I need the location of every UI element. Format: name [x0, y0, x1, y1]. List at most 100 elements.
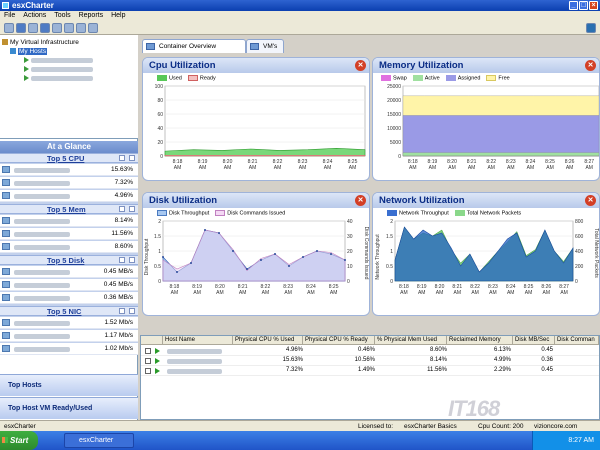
- tab-vms[interactable]: VM's: [246, 39, 284, 53]
- row-checkbox[interactable]: [145, 368, 151, 374]
- list-item[interactable]: 8.60%: [0, 241, 138, 253]
- close-button[interactable]: ×: [589, 1, 598, 10]
- top5-cpu-title: Top 5 CPU: [47, 154, 85, 163]
- menu-help[interactable]: Help: [111, 11, 125, 21]
- list-item[interactable]: 1.17 Mb/s: [0, 330, 138, 342]
- table-row[interactable]: 4.96% 0.46% 8.60% 6.13% 0.45: [141, 346, 599, 356]
- legend-item: Swap: [381, 75, 407, 81]
- x-tick-label: AM: [174, 165, 182, 171]
- tree-root[interactable]: My Virtual Infrastructure: [2, 39, 79, 47]
- host-icon: [2, 243, 10, 250]
- maximize-button[interactable]: □: [579, 1, 588, 10]
- grid-header[interactable]: Physical CPU % Used: [233, 336, 303, 345]
- y-tick-label: 40: [157, 126, 163, 132]
- tree-hosts[interactable]: My Hosts: [10, 48, 48, 56]
- grid-header-select[interactable]: [141, 336, 163, 345]
- tree-host-item[interactable]: [24, 66, 93, 74]
- x-tick-label: AM: [429, 165, 437, 171]
- list-item[interactable]: 4.96%: [0, 190, 138, 202]
- menu-actions[interactable]: Actions: [23, 11, 46, 21]
- top5-cpu-header[interactable]: Top 5 CPU: [0, 153, 138, 163]
- grid-header[interactable]: Disk Comman: [555, 336, 599, 345]
- memory-chart: 05000100001500020000250008:18AM8:19AM8:2…: [387, 84, 599, 171]
- data-point: [204, 229, 206, 231]
- series-ready: [164, 155, 366, 157]
- list-item[interactable]: 8.14%: [0, 215, 138, 227]
- data-point: [260, 259, 262, 261]
- list-item[interactable]: 0.36 MB/s: [0, 292, 138, 304]
- tree-host-item[interactable]: [24, 75, 93, 83]
- minimize-button[interactable]: _: [569, 1, 578, 10]
- expand-icon[interactable]: [119, 155, 125, 161]
- at-a-glance-panel: At a Glance Top 5 CPU 15.63% 7.32% 4.96%…: [0, 141, 138, 355]
- list-item[interactable]: 1.02 Mb/s: [0, 343, 138, 355]
- x-tick-label: AM: [487, 165, 495, 171]
- grid-header[interactable]: Host Name: [163, 336, 233, 345]
- top5-nic-header[interactable]: Top 5 NIC: [0, 306, 138, 316]
- menu-tools[interactable]: Tools: [54, 11, 70, 21]
- y-tick-label: 1.5: [386, 234, 393, 240]
- close-icon[interactable]: ✕: [355, 195, 366, 206]
- grid-header[interactable]: Physical CPU % Ready: [303, 336, 375, 345]
- menu-reports[interactable]: Reports: [79, 11, 104, 21]
- start-button[interactable]: Start: [0, 431, 38, 450]
- y-tick-label: 20000: [387, 98, 401, 104]
- legend-item: Disk Throughput: [157, 210, 209, 216]
- toolbar-refresh-icon[interactable]: [28, 23, 38, 33]
- table-row[interactable]: 7.32% 1.49% 11.56% 2.29% 0.45: [141, 366, 599, 376]
- memory-panel-title: Memory Utilization: [379, 60, 464, 71]
- toolbar-report-icon[interactable]: [64, 23, 74, 33]
- data-point: [190, 262, 192, 264]
- host-icon: [2, 192, 10, 199]
- toolbar-settings-icon[interactable]: [88, 23, 98, 33]
- x-tick-label: AM: [454, 290, 462, 296]
- toolbar-export-icon[interactable]: [76, 23, 86, 33]
- grid-header[interactable]: Disk MB/Sec: [513, 336, 555, 345]
- list-item[interactable]: 0.45 MB/s: [0, 279, 138, 291]
- close-icon[interactable]: ✕: [355, 60, 366, 71]
- x-tick-label: AM: [193, 290, 201, 296]
- collapse-icon[interactable]: [129, 257, 135, 263]
- top-host-vm-button[interactable]: Top Host VM Ready/Used: [0, 397, 138, 419]
- row-checkbox[interactable]: [145, 358, 151, 364]
- expand-icon[interactable]: [119, 308, 125, 314]
- data-point: [162, 256, 164, 258]
- host-icon: [2, 294, 10, 301]
- taskbar-app-button[interactable]: esxCharter: [64, 433, 134, 448]
- cpu-panel-title: Cpu Utilization: [149, 60, 216, 71]
- list-item[interactable]: 11.56%: [0, 228, 138, 240]
- close-icon[interactable]: ✕: [585, 60, 596, 71]
- top5-mem-header[interactable]: Top 5 Mem: [0, 204, 138, 214]
- host-running-icon: [155, 358, 160, 364]
- expand-icon[interactable]: [119, 206, 125, 212]
- list-item[interactable]: 15.63%: [0, 164, 138, 176]
- toolbar-user-icon[interactable]: [586, 23, 596, 33]
- row-checkbox[interactable]: [145, 348, 151, 354]
- collapse-icon[interactable]: [129, 155, 135, 161]
- top5-disk-header[interactable]: Top 5 Disk: [0, 255, 138, 265]
- x-tick-label: AM: [543, 290, 551, 296]
- grid-header[interactable]: Reclaimed Memory: [447, 336, 513, 345]
- top-hosts-button[interactable]: Top Hosts: [0, 374, 138, 396]
- list-item[interactable]: 0.45 MB/s: [0, 266, 138, 278]
- toolbar-new-icon[interactable]: [4, 23, 14, 33]
- list-item[interactable]: 7.32%: [0, 177, 138, 189]
- toolbar-vm-icon[interactable]: [52, 23, 62, 33]
- expand-icon[interactable]: [119, 257, 125, 263]
- menu-file[interactable]: File: [4, 11, 15, 21]
- close-icon[interactable]: ✕: [585, 195, 596, 206]
- cpu-value: 4.96%: [114, 192, 133, 199]
- table-row[interactable]: 15.63% 10.56% 8.14% 4.99% 0.36: [141, 356, 599, 366]
- toolbar-host-icon[interactable]: [40, 23, 50, 33]
- data-point: [302, 256, 304, 258]
- tab-container-overview[interactable]: Container Overview: [142, 39, 246, 53]
- app-icon: [2, 2, 9, 9]
- collapse-icon[interactable]: [129, 308, 135, 314]
- toolbar-connect-icon[interactable]: [16, 23, 26, 33]
- collapse-icon[interactable]: [129, 206, 135, 212]
- list-item[interactable]: 1.52 Mb/s: [0, 317, 138, 329]
- tree-host-item[interactable]: [24, 57, 93, 65]
- reclaimed-mem-cell: 4.99%: [493, 357, 511, 363]
- y-tick-label-right: 200: [575, 264, 584, 270]
- grid-header[interactable]: % Physical Mem Used: [375, 336, 447, 345]
